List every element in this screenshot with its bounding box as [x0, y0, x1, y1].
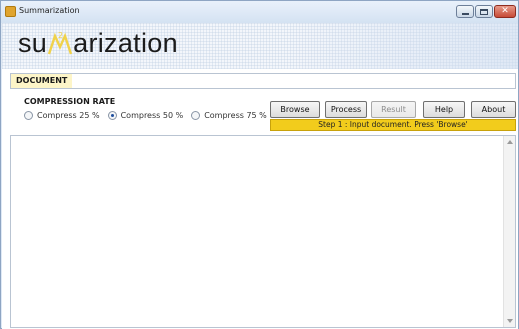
radio-button[interactable] [24, 111, 33, 120]
document-text-area[interactable] [10, 135, 516, 328]
header-banner: su 2 arization [2, 23, 518, 69]
radio-compress-25[interactable]: Compress 25 % [24, 111, 100, 120]
app-logo: su 2 arization [18, 28, 178, 62]
radio-label: Compress 50 % [120, 111, 184, 120]
document-label: DOCUMENT [11, 74, 73, 88]
browse-button[interactable]: Browse [270, 101, 320, 118]
result-button[interactable]: Result [371, 101, 416, 118]
minimize-icon [461, 13, 469, 15]
logo-suffix: arization [73, 28, 178, 58]
scroll-down-icon[interactable] [507, 319, 513, 323]
app-window: Summarization ✕ su 2 arization DOCUMENT … [0, 0, 519, 329]
status-message: Step 1 : Input document. Press 'Browse' [270, 119, 516, 131]
title-bar[interactable]: Summarization ✕ [1, 1, 518, 23]
minimize-button[interactable] [456, 5, 474, 18]
app-icon [5, 6, 16, 17]
main-content: DOCUMENT COMPRESSION RATE Compress 25 % … [2, 69, 518, 329]
logo-superscript: 2 [58, 31, 63, 40]
compression-rate-title: COMPRESSION RATE [24, 97, 116, 106]
close-button[interactable]: ✕ [494, 5, 516, 18]
help-button[interactable]: Help [423, 101, 465, 118]
logo-m-mark: 2 [47, 30, 73, 55]
maximize-icon [480, 8, 488, 15]
process-button[interactable]: Process [325, 101, 367, 118]
radio-label: Compress 25 % [37, 111, 100, 120]
compression-options: Compress 25 % Compress 50 % Compress 75 … [24, 111, 267, 120]
vertical-scrollbar[interactable] [503, 136, 515, 327]
radio-compress-50[interactable]: Compress 50 % [107, 111, 184, 120]
document-bar: DOCUMENT [10, 73, 516, 89]
scroll-up-icon[interactable] [507, 140, 513, 144]
about-button[interactable]: About [471, 101, 516, 118]
radio-label: Compress 75 % [204, 111, 267, 120]
window-title: Summarization [19, 6, 80, 15]
radio-button-selected[interactable] [107, 111, 117, 120]
close-icon: ✕ [501, 6, 509, 16]
radio-compress-75[interactable]: Compress 75 % [191, 111, 267, 120]
radio-button[interactable] [191, 111, 201, 120]
logo-prefix: su [18, 28, 48, 58]
maximize-button[interactable] [475, 5, 493, 18]
